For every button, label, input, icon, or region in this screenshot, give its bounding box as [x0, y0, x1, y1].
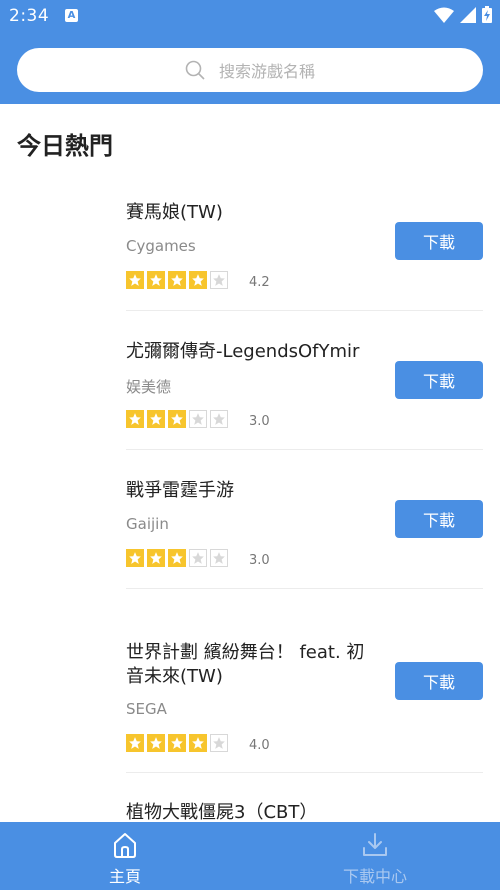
star-filled-icon: [147, 271, 165, 289]
home-icon: [114, 833, 136, 858]
game-developer: Gaijin: [126, 515, 169, 533]
download-button[interactable]: 下載: [395, 662, 483, 700]
download-icon: [363, 833, 387, 856]
nav-home-label: 主頁: [108, 867, 141, 886]
star-filled-icon: [126, 271, 144, 289]
game-name: 戰爭雷霆手游: [126, 480, 234, 501]
game-name: 世界計劃 繽紛舞台！ feat. 初音未來(TW): [126, 642, 365, 687]
game-name: 尤彌爾傳奇-LegendsOfYmir: [126, 341, 360, 362]
download-button[interactable]: 下載: [395, 222, 483, 260]
game-developer: Cygames: [126, 237, 196, 255]
star-empty-icon: [210, 271, 228, 289]
divider: [126, 772, 483, 773]
star-rating: [126, 734, 228, 752]
star-rating: [126, 271, 228, 289]
wifi-icon: [434, 7, 454, 23]
search-placeholder: 搜索游戲名稱: [218, 62, 315, 81]
battery-icon: [482, 6, 492, 23]
search-icon: [185, 60, 205, 80]
star-filled-icon: [126, 549, 144, 567]
rating-value: 4.2: [249, 275, 270, 290]
star-filled-icon: [189, 271, 207, 289]
nav-download-label: 下載中心: [342, 867, 407, 886]
section-title: 今日熱門: [17, 132, 113, 160]
game-developer: SEGA: [126, 700, 167, 718]
divider: [126, 588, 483, 589]
status-time: 2:34: [9, 6, 50, 26]
star-empty-icon: [210, 549, 228, 567]
star-filled-icon: [189, 734, 207, 752]
download-button[interactable]: 下載: [395, 361, 483, 399]
star-empty-icon: [189, 410, 207, 428]
rating-value: 3.0: [249, 414, 270, 429]
notification-badge-icon: A: [65, 9, 78, 22]
divider: [126, 310, 483, 311]
status-icons: [434, 6, 492, 23]
game-name: 賽馬娘(TW): [126, 202, 223, 223]
bottom-nav: 主頁 下載中心: [0, 822, 500, 890]
star-empty-icon: [189, 549, 207, 567]
rating-value: 3.0: [249, 553, 270, 568]
star-rating: [126, 410, 228, 428]
star-empty-icon: [210, 410, 228, 428]
app-screen: 2:34 A 搜索游戲名稱 今日熱門 賽馬娘(TW) Cygames 4.2 下…: [0, 0, 500, 890]
star-filled-icon: [168, 410, 186, 428]
signal-icon: [460, 6, 476, 23]
nav-download-center[interactable]: 下載中心: [250, 822, 500, 890]
search-input[interactable]: 搜索游戲名稱: [17, 48, 483, 92]
star-filled-icon: [168, 734, 186, 752]
star-filled-icon: [168, 549, 186, 567]
star-filled-icon: [147, 549, 165, 567]
status-bar: 2:34 A: [0, 0, 500, 34]
star-filled-icon: [147, 734, 165, 752]
download-button[interactable]: 下載: [395, 500, 483, 538]
star-filled-icon: [147, 410, 165, 428]
star-filled-icon: [126, 410, 144, 428]
header: 搜索游戲名稱: [0, 34, 500, 104]
star-filled-icon: [168, 271, 186, 289]
divider: [126, 449, 483, 450]
nav-home[interactable]: 主頁: [0, 822, 250, 890]
rating-value: 4.0: [249, 738, 270, 753]
game-developer: 娱美德: [126, 378, 172, 396]
star-filled-icon: [126, 734, 144, 752]
star-empty-icon: [210, 734, 228, 752]
star-rating: [126, 549, 228, 567]
